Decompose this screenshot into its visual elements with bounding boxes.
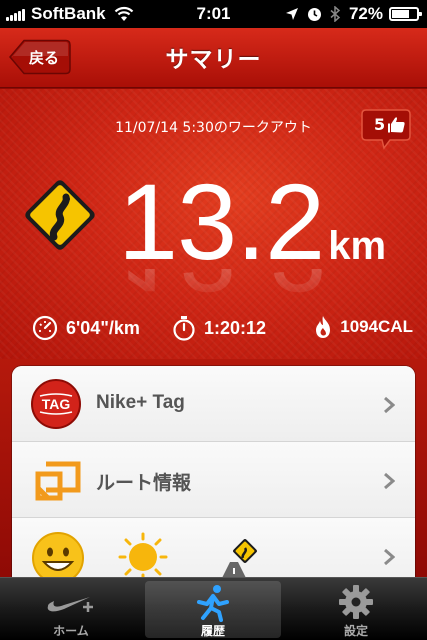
list-item-nike-tag[interactable]: TAG Nike+ Tag — [12, 366, 415, 442]
bluetooth-icon — [330, 6, 341, 22]
alarm-clock-icon — [307, 7, 321, 21]
location-arrow-icon — [285, 8, 298, 20]
status-bar-right: 72% — [285, 4, 422, 24]
page-title: サマリー — [165, 47, 262, 73]
tab-bar: ホーム 履歴 設定 — [0, 577, 427, 640]
tab-history[interactable]: 履歴 — [145, 581, 281, 638]
status-bar: SoftBank 7:01 72% — [0, 0, 427, 28]
stats-row: 6'04"/km 1:20:12 1094CAL — [0, 313, 427, 343]
gear-icon — [339, 585, 373, 619]
flame-icon — [316, 316, 331, 338]
chevron-right-icon — [384, 396, 395, 414]
tab-settings-label: 設定 — [343, 624, 368, 638]
duration-value: 1:20:12 — [204, 317, 267, 338]
route-screen-icon — [35, 461, 81, 501]
nike-plus-icon — [47, 597, 93, 612]
list-item-label: ルート情報 — [96, 473, 192, 494]
distance-value: 13.2 — [118, 161, 325, 282]
navigation-bar: 戻る サマリー — [0, 28, 427, 88]
winding-road-sign-icon — [25, 180, 95, 250]
list-item-route-info[interactable]: ルート情報 — [12, 442, 415, 518]
cheer-count: 5 — [374, 115, 386, 134]
distance-display: 13.2 km — [118, 167, 386, 277]
chevron-right-icon — [384, 548, 395, 566]
workout-summary-panel: 11/07/14 5:30のワークアウト 5 13.2 km 13.2 6'04… — [0, 89, 427, 359]
tab-home[interactable]: ホーム — [0, 578, 142, 640]
tag-icon-label: TAG — [42, 396, 71, 412]
tab-home-label: ホーム — [53, 624, 89, 638]
distance-unit: km — [328, 224, 387, 268]
speedometer-icon — [32, 315, 58, 341]
duration-stat: 1:20:12 — [172, 315, 266, 341]
pace-value: 6'04"/km — [66, 317, 140, 338]
list-item-label: Nike+ Tag — [96, 392, 185, 413]
chevron-right-icon — [384, 472, 395, 490]
calories-stat: 1094CAL — [314, 315, 413, 339]
battery-icon — [389, 7, 422, 21]
stopwatch-icon — [173, 316, 195, 341]
tab-settings[interactable]: 設定 — [285, 578, 427, 640]
battery-fill — [392, 10, 409, 18]
calories-value: 1094CAL — [340, 317, 413, 336]
runner-icon — [197, 585, 229, 622]
battery-percent: 72% — [348, 4, 383, 23]
sun-icon — [118, 532, 168, 582]
pace-stat: 6'04"/km — [32, 315, 140, 341]
distance-reflection: 13.2 — [118, 269, 328, 309]
detail-list-card: TAG Nike+ Tag ルート情報 — [12, 366, 415, 596]
tab-history-label: 履歴 — [200, 624, 225, 638]
tag-icon: TAG — [31, 379, 81, 429]
cheer-bubble-icon — [361, 109, 411, 150]
cheer-badge[interactable]: 5 — [360, 107, 412, 151]
